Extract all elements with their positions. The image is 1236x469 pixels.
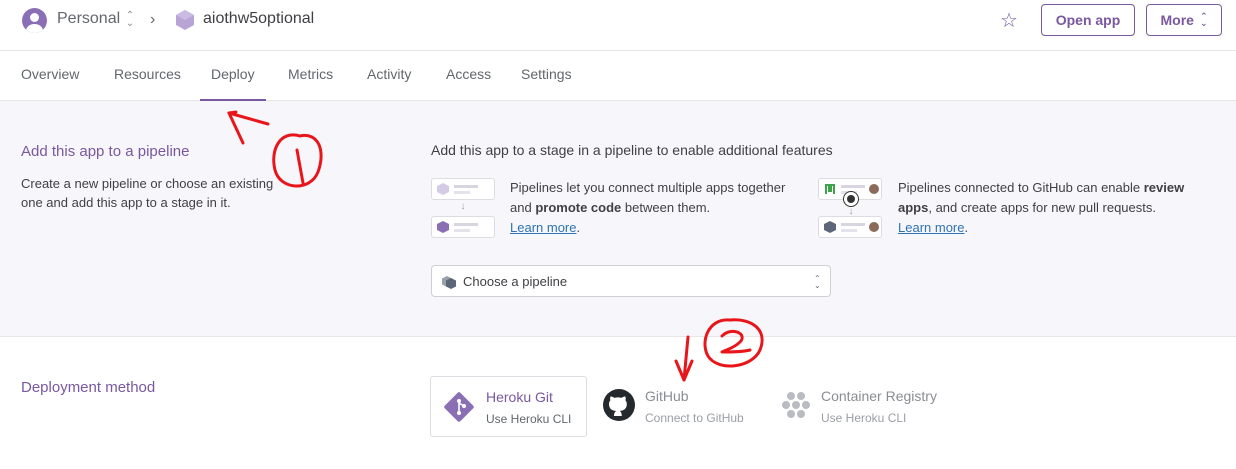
pipeline-select[interactable]: Choose a pipeline ⌃ ⌄ — [431, 265, 831, 297]
github-icon — [603, 389, 635, 421]
more-label: More — [1160, 12, 1194, 28]
learn-more-link[interactable]: Learn more — [898, 220, 964, 235]
method-sub: Use Heroku CLI — [486, 412, 572, 426]
method-sub: Connect to GitHub — [645, 411, 744, 425]
top-bar: Personal ⌃ ⌄ › aiothw5optional ☆ Open app… — [0, 0, 1236, 50]
open-app-button[interactable]: Open app — [1041, 4, 1135, 36]
deploy-method-container-registry[interactable]: Container Registry Use Heroku CLI — [778, 376, 978, 437]
container-registry-icon — [782, 392, 810, 418]
account-switcher[interactable]: Personal — [57, 10, 120, 28]
method-name: Heroku Git — [486, 389, 553, 405]
tab-activity[interactable]: Activity — [367, 66, 411, 82]
open-app-label: Open app — [1055, 12, 1121, 28]
feature-github-text: Pipelines connected to GitHub can enable… — [898, 180, 1185, 235]
tab-resources[interactable]: Resources — [114, 66, 181, 82]
pipeline-icon — [442, 276, 456, 289]
star-icon[interactable]: ☆ — [1000, 8, 1018, 33]
tab-overview[interactable]: Overview — [21, 66, 79, 82]
learn-more-link[interactable]: Learn more — [510, 220, 576, 235]
chevron-updown-icon[interactable]: ⌃ ⌄ — [124, 11, 136, 30]
tab-access[interactable]: Access — [446, 66, 491, 82]
more-button[interactable]: More ⌃ ⌄ — [1146, 4, 1222, 36]
tab-deploy[interactable]: Deploy — [211, 66, 255, 82]
chevron-updown-icon: ⌃ ⌄ — [1199, 11, 1208, 28]
deployment-method-title: Deployment method — [21, 379, 156, 396]
github-small-icon — [843, 191, 859, 207]
chevron-updown-icon: ⌃ ⌄ — [814, 274, 821, 290]
app-name: aiothw5optional — [203, 10, 315, 27]
deploy-method-heroku-git[interactable]: Heroku Git Use Heroku CLI — [430, 376, 587, 437]
pipeline-section: Add this app to a pipeline Create a new … — [0, 101, 1236, 337]
annotation-arrow-2 — [682, 335, 690, 382]
tab-bar: Overview Resources Deploy Metrics Activi… — [0, 50, 1236, 101]
app-hexagon-icon — [176, 10, 194, 30]
pipeline-title: Add this app to a pipeline — [21, 143, 190, 160]
method-sub: Use Heroku CLI — [821, 411, 907, 425]
tab-settings[interactable]: Settings — [521, 66, 572, 82]
pipeline-description: Create a new pipeline or choose an exist… — [21, 176, 274, 210]
method-name: GitHub — [645, 388, 689, 404]
chevron-right-icon: › — [150, 11, 156, 28]
tab-metrics[interactable]: Metrics — [288, 66, 333, 82]
feature-promote-text: Pipelines let you connect multiple apps … — [510, 180, 786, 235]
deploy-method-github[interactable]: GitHub Connect to GitHub — [600, 376, 760, 437]
avatar[interactable] — [22, 8, 47, 33]
pipeline-heading: Add this app to a stage in a pipeline to… — [431, 142, 833, 158]
pipeline-select-value: Choose a pipeline — [463, 274, 568, 289]
heroku-git-icon — [444, 392, 474, 422]
method-name: Container Registry — [821, 388, 937, 404]
